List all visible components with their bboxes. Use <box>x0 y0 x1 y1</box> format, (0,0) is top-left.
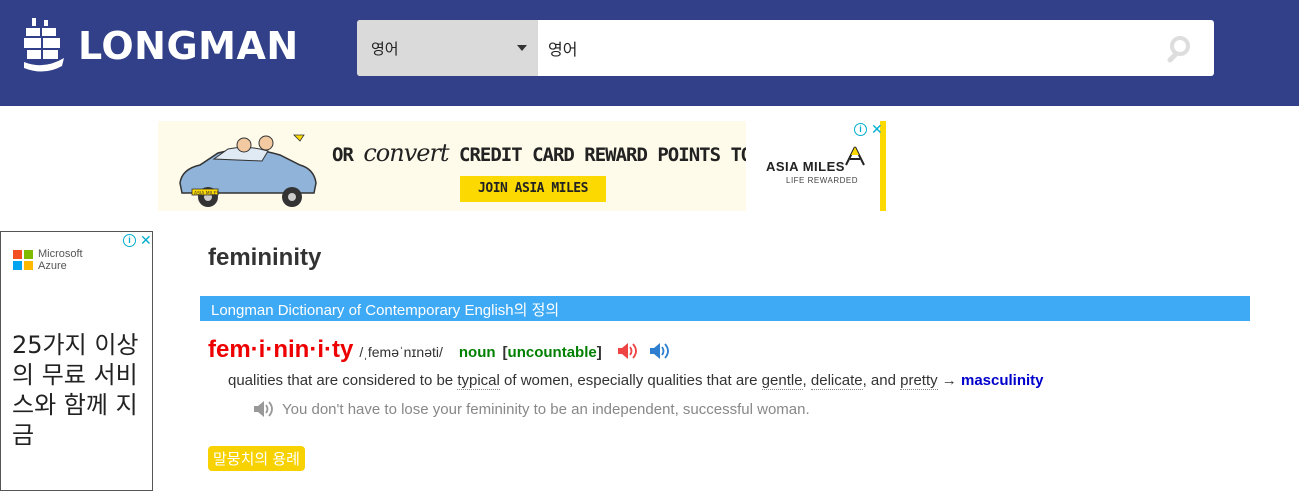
ship-icon <box>24 18 64 72</box>
cross-reference-arrow: → <box>937 372 961 389</box>
dictionary-source-bar: Longman Dictionary of Contemporary Engli… <box>200 296 1250 321</box>
definition-text: of women, especially qualities that are <box>499 372 762 389</box>
ad-brand: ASIA MILES <box>766 159 845 174</box>
pronunciation: /ˌfeməˈnɪnəti/ <box>359 344 443 360</box>
car-illustration-icon: ASIA MILES <box>179 134 317 207</box>
info-icon[interactable]: i <box>123 234 136 247</box>
site-header: LONGMAN 영어 <box>0 0 1299 106</box>
logo-text: LONGMAN <box>78 24 299 68</box>
cross-reference-link[interactable]: masculinity <box>961 372 1044 389</box>
car-plate-text: ASIA MILES <box>194 191 219 197</box>
info-icon[interactable]: i <box>854 123 867 136</box>
search-input[interactable] <box>538 20 1158 76</box>
banner-ad[interactable]: ASIA MILES OR convert CREDIT CARD REWARD… <box>158 121 886 211</box>
side-ad-choices[interactable]: i ✕ <box>123 233 152 247</box>
definition-link-word[interactable]: typical <box>457 372 500 390</box>
close-icon[interactable]: ✕ <box>140 233 152 247</box>
example-sentence: You don't have to lose your femininity t… <box>252 400 810 418</box>
ad-tagline: LIFE REWARDED <box>786 176 858 185</box>
headword: fem·i·nin·i·ty <box>208 336 354 363</box>
microsoft-logo-icon <box>13 250 33 270</box>
side-ad-brand-line1: Microsoft <box>38 248 83 260</box>
definition: qualities that are considered to be typi… <box>228 372 1044 390</box>
american-audio-speaker-icon[interactable] <box>648 342 670 360</box>
ad-headline-prefix: OR <box>332 144 354 166</box>
definition-text: , and <box>862 372 901 389</box>
part-of-speech: noun <box>458 344 496 361</box>
definition-text: qualities that are considered to be <box>228 372 458 389</box>
ad-cta-button[interactable]: JOIN ASIA MILES <box>460 176 606 202</box>
ad-headline: OR convert CREDIT CARD REWARD POINTS TO … <box>332 139 815 167</box>
ad-choices[interactable]: i ✕ <box>854 122 883 136</box>
side-ad-brand: Microsoft Azure <box>38 248 83 272</box>
search-bar: 영어 <box>357 20 1214 76</box>
dictionary-select-value: 영어 <box>371 41 399 58</box>
close-icon[interactable]: ✕ <box>871 122 883 136</box>
dictionary-select[interactable]: 영어 <box>357 20 538 76</box>
longman-logo[interactable]: LONGMAN <box>24 18 299 74</box>
entry-header: fem·i·nin·i·ty /ˌfeməˈnɪnəti/ noun [unco… <box>208 336 670 364</box>
grammar-text: uncountable <box>507 344 597 361</box>
example-audio-speaker-icon[interactable] <box>252 400 274 418</box>
definition-link-word[interactable]: pretty <box>900 372 938 390</box>
side-ad-brand-line2: Azure <box>38 260 67 272</box>
page-title: femininity <box>208 244 322 271</box>
grammar-label: [uncountable] <box>503 344 602 361</box>
asia-miles-logo-icon <box>845 146 865 166</box>
example-text: You don't have to lose your femininity t… <box>282 400 810 418</box>
definition-link-word[interactable]: delicate <box>810 372 863 390</box>
search-icon[interactable] <box>1167 34 1197 64</box>
caret-down-icon <box>517 45 527 51</box>
corpus-examples-label[interactable]: 말뭉치의 용례 <box>208 446 305 471</box>
definition-link-word[interactable]: gentle <box>761 372 803 390</box>
british-audio-speaker-icon[interactable] <box>616 342 638 360</box>
side-ad[interactable]: Microsoft Azure i ✕ 25가지 이상의 무료 서비스와 함께 … <box>0 231 153 491</box>
side-ad-copy: 25가지 이상의 무료 서비스와 함께 지금 <box>12 331 139 449</box>
ad-headline-script: convert <box>363 139 449 167</box>
definition-text: , <box>802 372 811 389</box>
grammar-close-bracket: ] <box>596 344 602 361</box>
